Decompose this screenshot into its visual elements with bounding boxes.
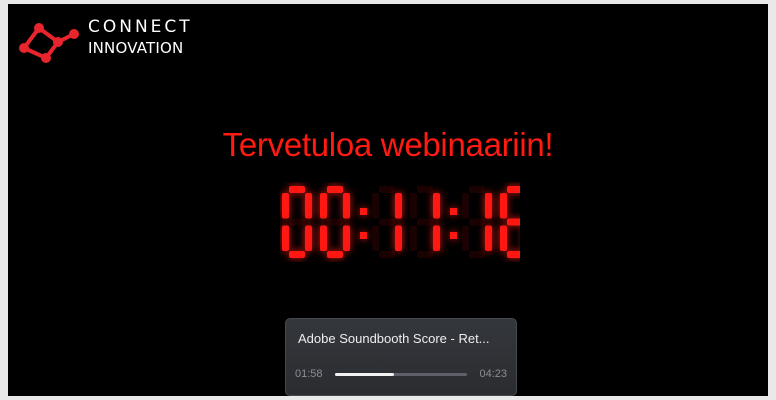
countdown-digit-2 [372,186,402,258]
progress-bar[interactable] [335,373,467,376]
total-time: 04:23 [479,368,507,380]
welcome-heading: Tervetuloa webinaariin! [222,126,554,163]
countdown-digit-4 [462,186,492,258]
countdown-timer: 00:11:16 [280,182,520,262]
current-time: 01:58 [295,368,323,380]
countdown-digit-5 [500,186,520,258]
connect-network-icon [19,23,79,63]
colon-dot [450,208,457,215]
logo-text-innovation: INNOVATION [88,39,184,57]
audio-player[interactable]: Adobe Soundbooth Score - Ret... 01:58 04… [285,318,517,396]
countdown-digit-0 [282,186,312,258]
countdown-display [282,186,520,258]
colon-dot [360,208,367,215]
track-title: Adobe Soundbooth Score - Ret... [298,331,490,346]
colon-dot [450,232,457,239]
logo-text-connect: CONNECT [88,17,193,37]
countdown-digit-1 [320,186,350,258]
webinar-stage: CONNECT INNOVATION Tervetuloa webinaarii… [8,4,768,396]
progress-fill [335,373,395,376]
connect-innovation-logo: CONNECT INNOVATION [18,16,193,64]
countdown-digit-3 [410,186,440,258]
colon-dot [360,232,367,239]
